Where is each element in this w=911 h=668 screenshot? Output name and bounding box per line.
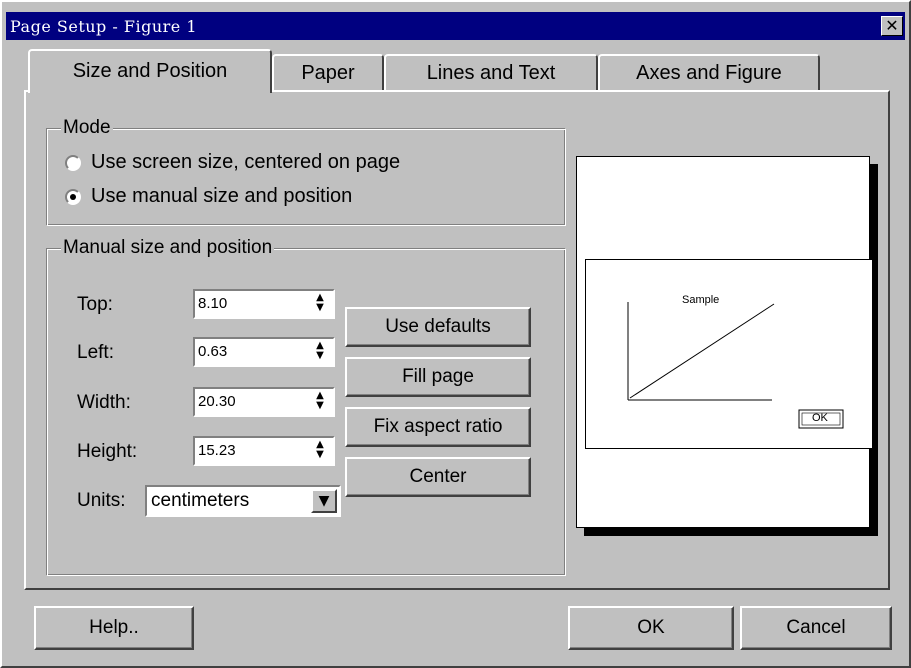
left-spinner[interactable]: ▲▼	[193, 337, 335, 367]
top-spinner[interactable]: ▲▼	[193, 289, 335, 319]
left-label: Left:	[77, 342, 114, 363]
units-value: centimeters	[151, 490, 250, 511]
window-title: Page Setup - Figure 1	[10, 17, 198, 36]
radio-screen-size[interactable]: Use screen size, centered on page	[65, 151, 400, 174]
button-label: Use defaults	[385, 316, 491, 337]
top-label: Top:	[77, 294, 113, 315]
height-label: Height:	[77, 441, 138, 462]
mode-group: Mode Use screen size, centered on page U…	[46, 117, 566, 226]
fill-page-button[interactable]: Fill page	[345, 357, 531, 397]
tab-panel: Mode Use screen size, centered on page U…	[24, 90, 890, 590]
button-label: OK	[637, 617, 665, 638]
manual-group-label: Manual size and position	[61, 237, 275, 259]
spinner-arrows-icon[interactable]: ▲ ▼	[311, 293, 329, 315]
use-defaults-button[interactable]: Use defaults	[345, 307, 531, 347]
close-icon: ✕	[885, 16, 899, 35]
center-button[interactable]: Center	[345, 457, 531, 497]
width-spinner[interactable]: ▲▼	[193, 387, 335, 417]
sample-label: Sample	[682, 294, 720, 306]
radio-label: Use screen size, centered on page	[91, 151, 401, 173]
sample-ok-label: OK	[812, 412, 828, 424]
top-input[interactable]	[198, 295, 298, 312]
mode-group-label: Mode	[61, 117, 113, 139]
spinner-arrows-icon[interactable]: ▲ ▼	[311, 341, 329, 363]
units-select[interactable]: centimeters ▼	[145, 485, 341, 517]
tab-paper[interactable]: Paper	[272, 54, 384, 90]
radio-checked-icon	[65, 188, 81, 205]
width-input[interactable]	[198, 393, 298, 410]
button-label: Cancel	[786, 617, 846, 638]
spinner-arrows-icon[interactable]: ▲ ▼	[311, 391, 329, 413]
radio-label: Use manual size and position	[91, 185, 353, 207]
help-button[interactable]: Help..	[34, 606, 194, 650]
height-input[interactable]	[198, 442, 298, 459]
button-label: Fill page	[402, 366, 474, 387]
units-label: Units:	[77, 490, 126, 511]
cancel-button[interactable]: Cancel	[740, 606, 892, 650]
sample-line	[629, 303, 775, 399]
left-input[interactable]	[198, 343, 298, 360]
manual-size-group: Manual size and position Top: ▲▼ Left: ▲…	[46, 237, 566, 576]
tab-label: Paper	[301, 62, 355, 84]
button-label: Center	[409, 466, 467, 487]
dropdown-arrow-icon[interactable]: ▼	[311, 489, 337, 513]
tab-label: Lines and Text	[426, 62, 556, 84]
page-preview: Sample OK	[576, 156, 873, 528]
tab-lines-and-text[interactable]: Lines and Text	[384, 54, 598, 90]
close-button[interactable]: ✕	[881, 16, 903, 36]
tab-label: Size and Position	[72, 60, 228, 82]
figure-preview: Sample OK	[585, 259, 873, 449]
radio-unchecked-icon	[65, 154, 81, 171]
fix-aspect-ratio-button[interactable]: Fix aspect ratio	[345, 407, 531, 447]
tab-label: Axes and Figure	[636, 62, 782, 84]
tab-size-and-position[interactable]: Size and Position	[28, 49, 272, 93]
button-label: Fix aspect ratio	[373, 416, 503, 437]
tab-axes-and-figure[interactable]: Axes and Figure	[598, 54, 820, 90]
title-bar[interactable]: Page Setup - Figure 1 ✕	[6, 12, 905, 40]
sample-plot	[627, 302, 844, 429]
height-spinner[interactable]: ▲▼	[193, 436, 335, 466]
radio-manual-size[interactable]: Use manual size and position	[65, 185, 352, 208]
button-label: Help..	[89, 617, 139, 638]
width-label: Width:	[77, 392, 131, 413]
ok-button[interactable]: OK	[568, 606, 734, 650]
spinner-arrows-icon[interactable]: ▲ ▼	[311, 440, 329, 462]
page-setup-window: Page Setup - Figure 1 ✕ Size and Positio…	[0, 0, 911, 668]
